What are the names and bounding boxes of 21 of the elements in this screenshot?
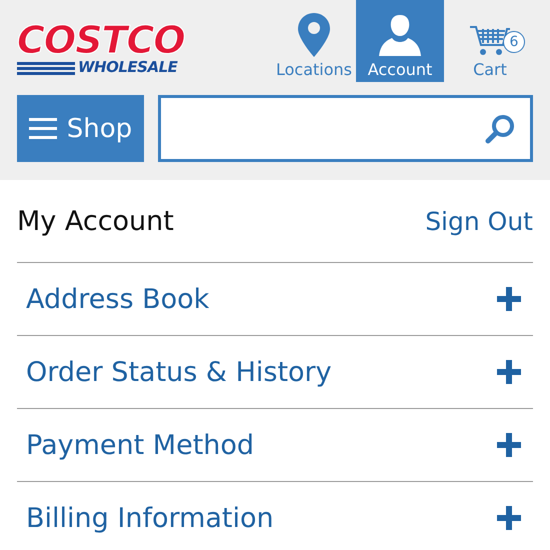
nav-tab[interactable]: Locations bbox=[272, 0, 356, 82]
page-title: My Account bbox=[17, 206, 174, 236]
plus-icon bbox=[497, 360, 521, 384]
sign-out-link[interactable]: Sign Out bbox=[425, 206, 533, 236]
plus-icon bbox=[497, 433, 521, 457]
shop-button[interactable]: Shop bbox=[17, 95, 144, 162]
accordion-row[interactable]: Address Book bbox=[17, 263, 533, 336]
search-field[interactable] bbox=[158, 95, 533, 162]
plus-icon bbox=[497, 506, 521, 530]
menu-icon bbox=[28, 118, 57, 140]
person-icon bbox=[378, 13, 422, 57]
nav-tab[interactable]: Account bbox=[356, 0, 444, 82]
location-pin-icon bbox=[298, 13, 330, 57]
accordion-row[interactable]: Payment Method bbox=[17, 409, 533, 482]
accordion-row[interactable]: Billing Information bbox=[17, 482, 533, 550]
accordion-row[interactable]: Order Status & History bbox=[17, 336, 533, 409]
plus-icon bbox=[497, 287, 521, 311]
search-icon bbox=[484, 112, 516, 144]
count-badge: 6 bbox=[503, 31, 525, 53]
logo[interactable]: COSTCO WHOLESALE bbox=[17, 22, 213, 75]
nav-tab[interactable]: 6 Cart bbox=[444, 0, 536, 82]
